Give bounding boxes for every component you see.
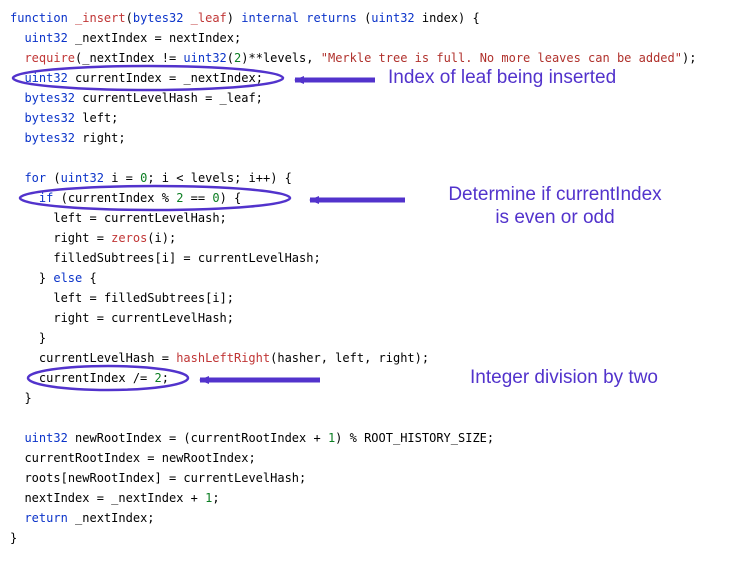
type-uint32: uint32 <box>371 11 414 25</box>
var-nextindex-local: _nextIndex <box>75 511 147 525</box>
fn-insert: _insert <box>75 11 126 25</box>
var-filledsubtrees: filledSubtrees <box>53 251 154 265</box>
var-currentindex: currentIndex <box>68 191 155 205</box>
kw-returns: returns <box>306 11 357 25</box>
var-right: right <box>53 311 89 325</box>
var-roots: roots <box>24 471 60 485</box>
type-uint32: uint32 <box>24 431 67 445</box>
var-nextindex-state: nextIndex <box>169 31 234 45</box>
var-left: left <box>53 291 82 305</box>
type-bytes32: bytes32 <box>24 111 75 125</box>
var-currentlevelhash: currentLevelHash <box>39 351 155 365</box>
var-newrootindex: newRootIndex <box>75 431 162 445</box>
var-left: left <box>335 351 364 365</box>
var-currentrootindex: currentRootIndex <box>24 451 140 465</box>
kw-for: for <box>24 171 46 185</box>
var-i: i <box>155 231 162 245</box>
type-uint32: uint32 <box>183 51 226 65</box>
var-currentrootindex: currentRootIndex <box>191 431 307 445</box>
var-right: right <box>379 351 415 365</box>
var-levels: levels <box>191 171 234 185</box>
var-i: i <box>111 171 118 185</box>
var-currentlevelhash: currentLevelHash <box>111 311 227 325</box>
var-currentlevelhash: currentLevelHash <box>183 471 299 485</box>
kw-else: else <box>53 271 82 285</box>
var-i: i <box>162 251 169 265</box>
var-nextindex-local: _nextIndex <box>183 71 255 85</box>
type-uint32: uint32 <box>24 71 67 85</box>
var-i: i <box>249 171 256 185</box>
fn-hashleftright: hashLeftRight <box>176 351 270 365</box>
str-merkle-full: "Merkle tree is full. No more leaves can… <box>321 51 682 65</box>
param-leaf: _leaf <box>191 11 227 25</box>
var-currentlevelhash: currentLevelHash <box>104 211 220 225</box>
var-right: right <box>82 131 118 145</box>
ret-index: index <box>422 11 458 25</box>
type-bytes32: bytes32 <box>24 91 75 105</box>
var-leaf: _leaf <box>220 91 256 105</box>
var-levels: levels <box>263 51 306 65</box>
var-i: i <box>212 291 219 305</box>
var-nextindex-state: nextIndex <box>24 491 89 505</box>
var-i: i <box>162 171 169 185</box>
var-currentlevelhash: currentLevelHash <box>198 251 314 265</box>
type-bytes32: bytes32 <box>24 131 75 145</box>
type-uint32: uint32 <box>24 31 67 45</box>
kw-internal: internal <box>241 11 299 25</box>
num-0: 0 <box>140 171 147 185</box>
var-currentindex: currentIndex <box>39 371 126 385</box>
var-newrootindex: newRootIndex <box>68 471 155 485</box>
var-newrootindex: newRootIndex <box>162 451 249 465</box>
fn-zeros: zeros <box>111 231 147 245</box>
kw-return: return <box>24 511 67 525</box>
code-annotated-figure: function _insert(bytes32 _leaf) internal… <box>0 0 740 569</box>
var-filledsubtrees: filledSubtrees <box>104 291 205 305</box>
num-1: 1 <box>328 431 335 445</box>
source-code-block: function _insert(bytes32 _leaf) internal… <box>10 8 696 548</box>
var-left: left <box>53 211 82 225</box>
num-2: 2 <box>176 191 183 205</box>
num-0: 0 <box>212 191 219 205</box>
type-bytes32: bytes32 <box>133 11 184 25</box>
var-hasher: hasher <box>277 351 320 365</box>
type-uint32: uint32 <box>61 171 104 185</box>
var-left: left <box>82 111 111 125</box>
num-2: 2 <box>155 371 162 385</box>
num-2: 2 <box>234 51 241 65</box>
num-1: 1 <box>205 491 212 505</box>
var-currentlevelhash: currentLevelHash <box>82 91 198 105</box>
var-nextindex-local: _nextIndex <box>82 51 154 65</box>
const-roothistorysize: ROOT_HISTORY_SIZE <box>364 431 487 445</box>
var-right: right <box>53 231 89 245</box>
kw-function: function <box>10 11 68 25</box>
kw-if: if <box>39 191 53 205</box>
var-nextindex-local: _nextIndex <box>75 31 147 45</box>
var-currentindex: currentIndex <box>75 71 162 85</box>
var-nextindex-local: _nextIndex <box>111 491 183 505</box>
fn-require: require <box>24 51 75 65</box>
